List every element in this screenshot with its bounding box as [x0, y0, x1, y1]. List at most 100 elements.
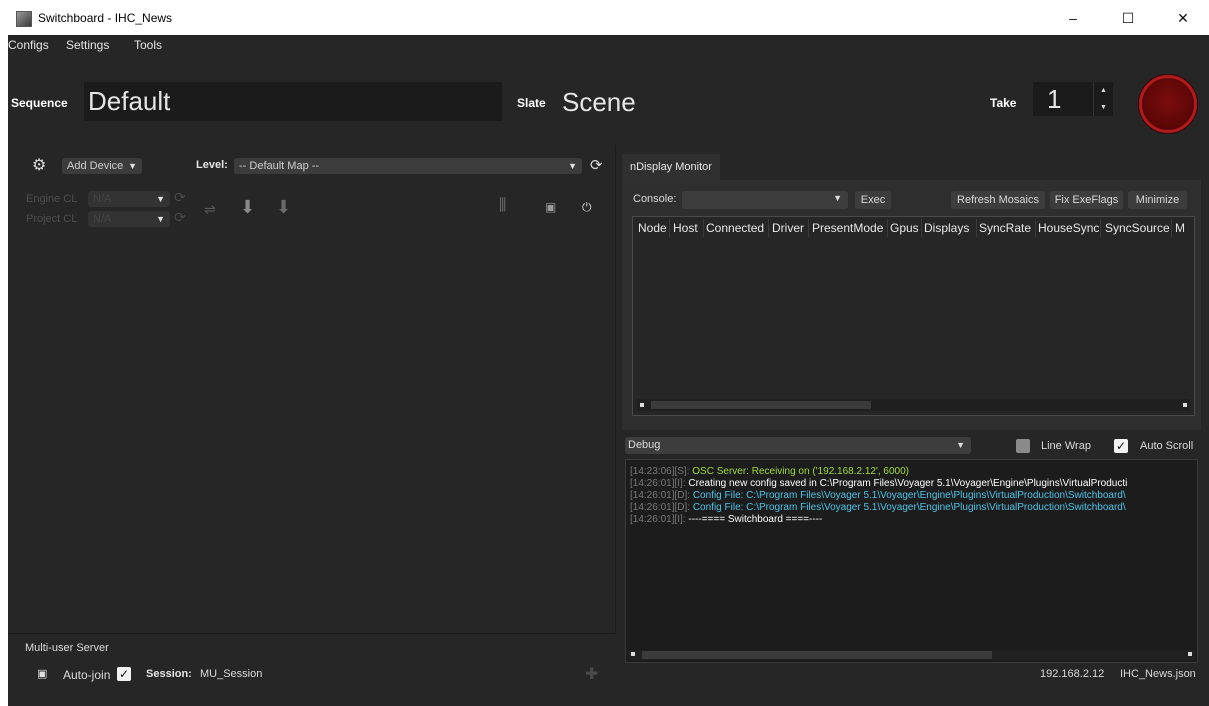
app-logo-icon: [16, 11, 32, 27]
column-header[interactable]: PresentMode: [812, 221, 883, 235]
multi-user-title: Multi-user Server: [25, 642, 109, 654]
take-down-icon[interactable]: ▼: [1094, 99, 1113, 116]
build-icon[interactable]: ⬇: [276, 197, 291, 218]
column-header[interactable]: Host: [673, 221, 698, 235]
column-header[interactable]: SyncSource: [1105, 221, 1170, 235]
scroll-left-icon[interactable]: [631, 652, 635, 656]
tab-ndisplay-monitor[interactable]: nDisplay Monitor: [622, 154, 720, 180]
slate-label: Slate: [517, 96, 546, 110]
console-label: Console:: [633, 193, 677, 205]
column-divider: [921, 219, 922, 237]
plug-icon[interactable]: ⏻: [582, 200, 592, 215]
chevron-down-icon: ▼: [156, 194, 165, 204]
scroll-left-icon[interactable]: [640, 403, 644, 407]
exec-button[interactable]: Exec: [855, 191, 891, 209]
console-input[interactable]: ▼: [682, 191, 848, 209]
auto-scroll-checkbox[interactable]: ✓: [1114, 439, 1128, 453]
swap-icon[interactable]: ⇌: [204, 201, 216, 218]
terminal-icon[interactable]: ▣: [545, 200, 556, 214]
ndisplay-monitor-pane: Console: ▼ Exec Refresh Mosaics Fix ExeF…: [622, 180, 1201, 430]
log-prefix: [14:26:01][I]:: [630, 514, 686, 525]
terminal-icon[interactable]: ▣: [37, 667, 47, 680]
column-header[interactable]: Driver: [772, 221, 804, 235]
close-window-button[interactable]: ✕: [1168, 8, 1198, 28]
column-header[interactable]: Node: [638, 221, 667, 235]
log-output[interactable]: [14:23:06][S]: OSC Server: Receiving on …: [625, 459, 1198, 663]
scrollbar-thumb[interactable]: [651, 401, 871, 409]
log-level-dropdown[interactable]: Debug ▼: [625, 437, 971, 454]
level-dropdown[interactable]: -- Default Map -- ▼: [234, 158, 582, 174]
column-header[interactable]: Connected: [706, 221, 764, 235]
chevron-down-icon: ▼: [956, 440, 965, 450]
log-horizontal-scrollbar[interactable]: [628, 650, 1195, 660]
column-divider: [1100, 219, 1101, 237]
log-prefix: [14:26:01][D]:: [630, 490, 691, 501]
log-line: [14:26:01][D]: Config File: C:\Program F…: [630, 490, 1126, 501]
session-value[interactable]: MU_Session: [200, 668, 262, 680]
refresh-engine-icon[interactable]: ⟳: [174, 189, 186, 206]
log-line: [14:26:01][D]: Config File: C:\Program F…: [630, 502, 1126, 513]
project-cl-value: N/A: [93, 213, 112, 225]
line-wrap-checkbox[interactable]: [1016, 439, 1030, 453]
column-divider: [1171, 219, 1172, 237]
engine-cl-label: Engine CL: [26, 193, 78, 205]
settings-gear-icon[interactable]: ⚙: [32, 155, 46, 175]
column-header[interactable]: Displays: [924, 221, 969, 235]
add-device-label: Add Device: [67, 160, 124, 172]
menu-configs[interactable]: Configs: [8, 38, 49, 52]
app-window: Configs Settings Tools Sequence Default …: [8, 35, 1209, 706]
log-prefix: [14:26:01][D]:: [630, 502, 691, 513]
table-horizontal-scrollbar[interactable]: [637, 399, 1190, 411]
column-header[interactable]: HouseSync: [1038, 221, 1099, 235]
line-wrap-label: Line Wrap: [1041, 440, 1091, 452]
column-divider: [703, 219, 704, 237]
status-config-file: IHC_News.json: [1120, 668, 1196, 680]
level-value: -- Default Map --: [239, 160, 320, 172]
chevron-down-icon: ▼: [568, 161, 577, 171]
mixer-icon[interactable]: ⫼: [499, 197, 506, 215]
fix-exeflags-button[interactable]: Fix ExeFlags: [1050, 191, 1123, 209]
log-text: Creating new config saved in C:\Program …: [688, 478, 1128, 489]
log-line: [14:23:06][S]: OSC Server: Receiving on …: [630, 466, 909, 477]
window-titlebar: Switchboard - IHC_News – ☐ ✕: [0, 0, 1209, 35]
menu-tools[interactable]: Tools: [134, 38, 162, 52]
sequence-input[interactable]: Default: [84, 82, 502, 121]
plus-icon[interactable]: ✚: [585, 664, 598, 684]
project-cl-label: Project CL: [26, 213, 78, 225]
record-button[interactable]: [1139, 75, 1197, 133]
refresh-mosaics-button[interactable]: Refresh Mosaics: [951, 191, 1045, 209]
session-label: Session:: [146, 668, 192, 680]
engine-cl-value: N/A: [93, 193, 112, 205]
column-divider: [808, 219, 809, 237]
menu-settings[interactable]: Settings: [66, 38, 109, 52]
take-up-icon[interactable]: ▲: [1094, 82, 1113, 99]
minimize-button[interactable]: Minimize: [1128, 191, 1187, 209]
auto-join-checkbox[interactable]: ✓: [117, 667, 131, 681]
log-text: Config File: C:\Program Files\Voyager 5.…: [692, 502, 1126, 513]
refresh-project-icon[interactable]: ⟳: [174, 209, 186, 226]
take-input[interactable]: 1: [1033, 82, 1093, 116]
log-prefix: [14:23:06][S]:: [630, 466, 690, 477]
maximize-window-button[interactable]: ☐: [1113, 8, 1143, 28]
column-header[interactable]: SyncRate: [979, 221, 1031, 235]
slate-input[interactable]: Scene: [562, 87, 636, 118]
scroll-right-icon[interactable]: [1183, 403, 1187, 407]
engine-cl-dropdown[interactable]: N/A ▼: [88, 191, 170, 207]
log-text: OSC Server: Receiving on ('192.168.2.12'…: [692, 466, 909, 477]
status-ip: 192.168.2.12: [1040, 668, 1105, 680]
scroll-right-icon[interactable]: [1188, 652, 1192, 656]
refresh-icon[interactable]: ⟳: [590, 156, 603, 174]
add-device-dropdown[interactable]: Add Device ▼: [62, 158, 142, 174]
project-cl-dropdown[interactable]: N/A ▼: [88, 211, 170, 227]
column-header[interactable]: M: [1175, 221, 1185, 235]
window-title: Switchboard - IHC_News: [38, 11, 173, 25]
column-divider: [976, 219, 977, 237]
devices-panel: ⚙ Add Device ▼ Level: -- Default Map -- …: [8, 145, 616, 706]
chevron-down-icon: ▼: [156, 214, 165, 224]
column-header[interactable]: Gpus: [890, 221, 919, 235]
log-text: Config File: C:\Program Files\Voyager 5.…: [692, 490, 1126, 501]
scrollbar-thumb[interactable]: [642, 651, 992, 659]
sync-icon[interactable]: ⬇: [240, 197, 255, 218]
take-stepper[interactable]: ▲ ▼: [1093, 82, 1113, 116]
minimize-window-button[interactable]: –: [1058, 8, 1088, 28]
